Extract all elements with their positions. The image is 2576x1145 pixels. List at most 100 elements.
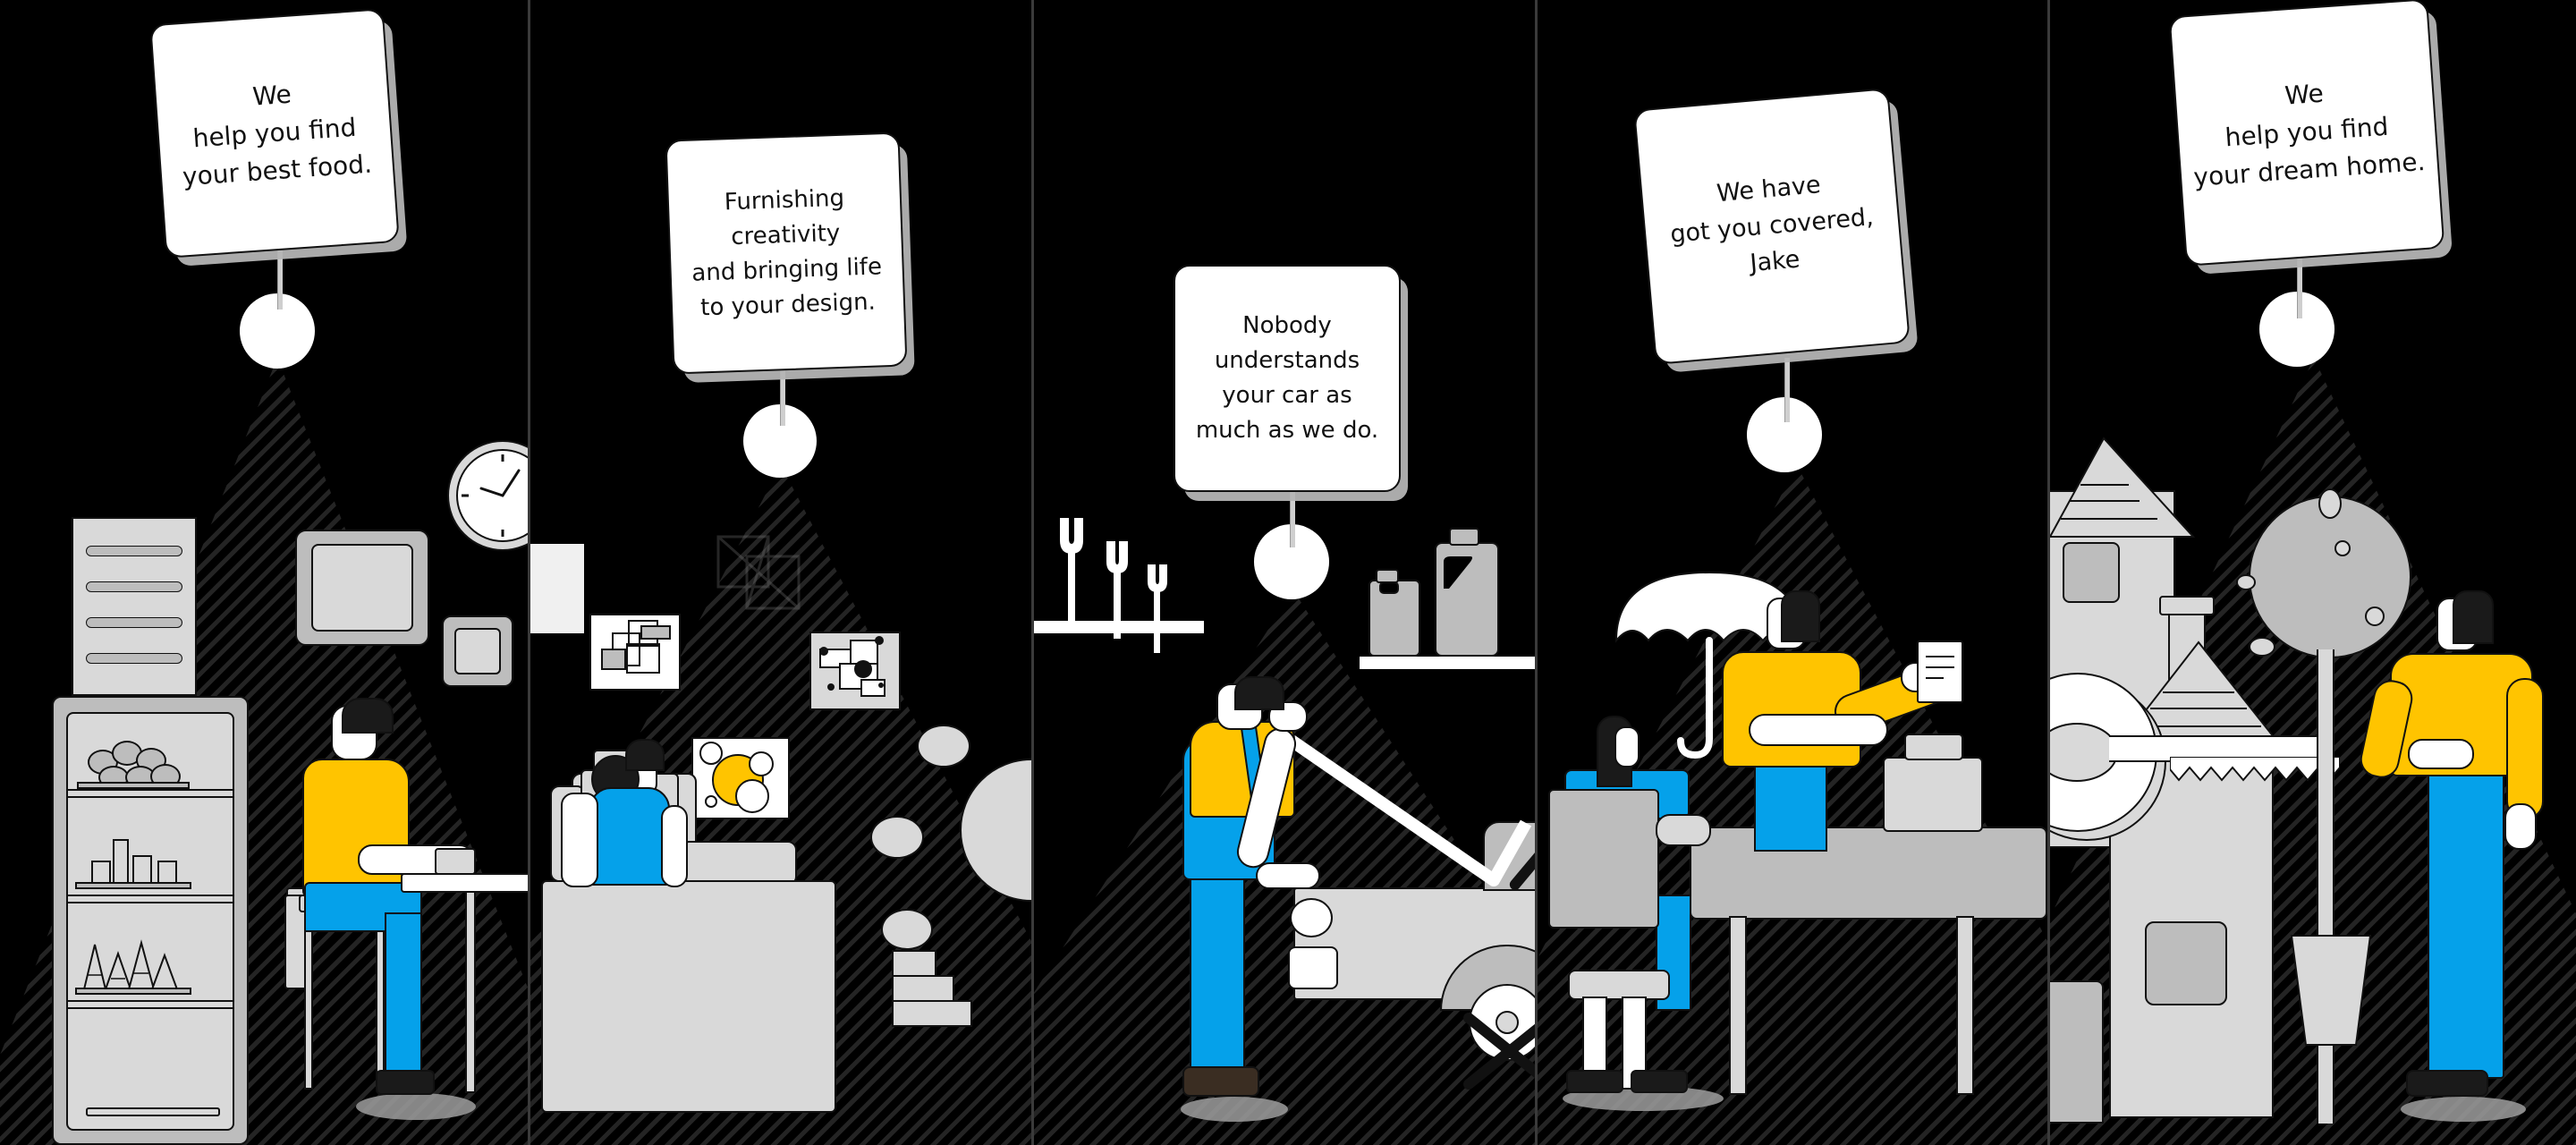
card-stick-realestate <box>2297 252 2302 318</box>
decorative-circle <box>881 909 933 950</box>
pendant-light-icon <box>716 535 801 610</box>
person-shadow <box>356 1093 476 1120</box>
tree-pot <box>2290 935 2372 1046</box>
speech-card-insurance[interactable]: We have got you covered, Jake <box>1633 88 1911 365</box>
agent-hand-left <box>2408 739 2474 769</box>
wall-frame-large-inner <box>311 544 413 632</box>
wall-panel <box>530 544 584 633</box>
woman-top <box>589 787 670 886</box>
tree-leaf-dot <box>2318 488 2342 519</box>
food-box <box>157 861 177 884</box>
woman-hair-top <box>625 739 665 771</box>
sofa-arm <box>681 841 797 886</box>
chair-leg <box>304 911 313 1090</box>
fridge-shelf <box>68 789 233 798</box>
card-line: Nobody <box>1242 312 1332 339</box>
table <box>401 873 528 893</box>
house-door <box>2050 980 2104 1124</box>
client-seat-cushion <box>1568 970 1670 1000</box>
client-torso-back <box>1548 789 1659 929</box>
scene-auto <box>1034 0 1535 1145</box>
card-line: to your design. <box>699 288 877 322</box>
mechanic-hand <box>1256 862 1320 889</box>
agent-arm-right <box>2506 678 2544 819</box>
agent-hand <box>1749 714 1888 746</box>
card-line: your car as <box>1222 382 1352 409</box>
client-head <box>1614 726 1640 768</box>
policy-document-lines <box>1926 656 1954 679</box>
chair-leg <box>376 911 385 1090</box>
card-stick-insurance <box>1784 358 1790 422</box>
woman-shoulder <box>561 793 598 887</box>
panel-divider <box>1031 0 1034 1145</box>
person-hair <box>342 698 394 734</box>
oil-bottle-large-cap <box>1449 528 1479 546</box>
illustration-canvas: We help you find your best food. Furnish… <box>0 0 2576 1145</box>
key-teeth <box>2170 757 2340 782</box>
fridge-shelf <box>68 895 233 903</box>
speech-card-furniture[interactable]: Furnishing creativity and bringing life … <box>665 131 908 375</box>
decorative-circle <box>917 725 970 768</box>
card-stick-auto <box>1290 483 1295 547</box>
menu-line <box>86 617 182 628</box>
step-block <box>892 975 954 1002</box>
card-line: much as we do. <box>1195 417 1379 444</box>
sofa-seat <box>541 880 836 1113</box>
agent-legs <box>1754 759 1827 852</box>
agent-legs <box>2428 768 2504 1079</box>
wrench-icon <box>1060 518 1083 632</box>
wall-frame-small-inner <box>454 628 501 674</box>
wrench-icon <box>1148 564 1167 653</box>
tool-shelf <box>1360 657 1535 669</box>
menu-board <box>72 517 197 696</box>
menu-line <box>86 546 182 556</box>
office-desk <box>1690 827 2047 920</box>
laptop <box>435 848 476 875</box>
step-block <box>892 1000 972 1027</box>
wall-art-geometric-content <box>601 620 671 674</box>
food-box <box>91 861 111 884</box>
wall-clock-hands <box>462 454 521 537</box>
oil-bottle-handle <box>1444 556 1472 589</box>
panel-divider <box>2047 0 2050 1145</box>
desk-leg <box>1956 916 1974 1095</box>
panel-divider <box>1535 0 1538 1145</box>
speech-card-auto[interactable]: Nobody understands your car as much as w… <box>1174 265 1401 492</box>
speech-card-realestate[interactable]: We help you find your dream home. <box>2168 0 2445 267</box>
person-torso <box>302 759 410 898</box>
speech-card-food[interactable]: We help you find your best food. <box>149 8 400 259</box>
agent-hair <box>1781 590 1820 642</box>
tree-trunk <box>2317 649 2334 1124</box>
wall-art-circuit-content <box>819 636 886 697</box>
desk-monitor <box>1883 757 1983 832</box>
table-leg <box>465 891 476 1093</box>
agent-hair <box>2453 590 2494 644</box>
card-line: understands <box>1214 347 1360 374</box>
food-tray-cones <box>75 988 191 995</box>
food-box <box>113 839 129 884</box>
mechanic-shoe <box>1182 1066 1259 1097</box>
tree-leaf-dot <box>2236 574 2256 590</box>
desk-monitor-stand <box>1904 734 1963 760</box>
tree-leaf-dot <box>2249 637 2275 657</box>
woman-arm <box>661 805 688 887</box>
food-cones <box>82 939 179 989</box>
person-shin <box>385 912 422 1082</box>
house-back-roof <box>2050 437 2196 538</box>
client-shoe <box>1631 1070 1688 1093</box>
car-bumper <box>1288 946 1338 989</box>
wall-art-bubbles-content <box>699 742 774 813</box>
agent-shoe <box>2406 1070 2488 1097</box>
food-tray-boxes <box>75 882 191 889</box>
floor-jack-icon <box>1463 1013 1535 1090</box>
mechanic-shadow <box>1181 1097 1288 1122</box>
person-shoe <box>376 1070 435 1095</box>
house-window <box>2145 921 2227 1005</box>
food-tray-round <box>77 782 190 789</box>
tree-leaf-dot <box>2334 540 2351 556</box>
mechanic-hair <box>1234 676 1284 710</box>
food-box <box>132 855 152 884</box>
decorative-circle <box>870 816 924 859</box>
card-stick-food <box>277 242 283 310</box>
menu-line <box>86 653 182 664</box>
